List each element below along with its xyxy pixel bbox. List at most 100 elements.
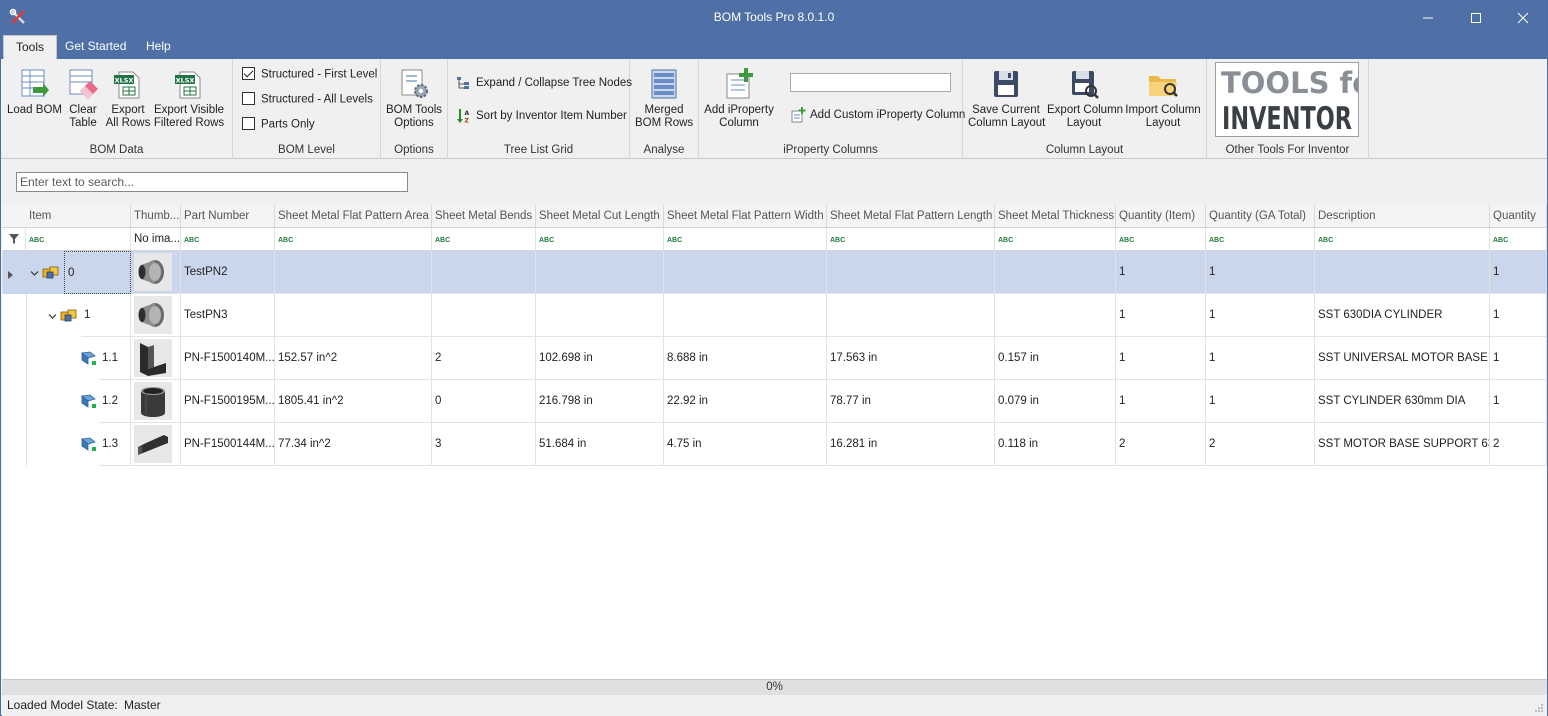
column-header-description[interactable]: Description bbox=[1315, 205, 1490, 228]
filter-cell-thickness[interactable]: ABC bbox=[995, 228, 1116, 251]
cell-description[interactable]: SST 630DIA CYLINDER bbox=[1315, 294, 1490, 337]
resize-grip-icon[interactable] bbox=[1534, 703, 1544, 713]
cell-bends[interactable] bbox=[432, 294, 536, 337]
cell-flat-length[interactable]: 17.563 in bbox=[827, 337, 995, 380]
tools-for-inventor-logo[interactable]: TOOLS for INVENTOR bbox=[1215, 62, 1387, 137]
column-header-thumbnail[interactable]: Thumb... bbox=[131, 205, 181, 228]
table-row[interactable]: 0 TestPN2 1 1 1 bbox=[2, 251, 1547, 294]
cell-qty-total[interactable]: 1 bbox=[1206, 380, 1315, 423]
parts-only-checkbox[interactable]: Parts Only bbox=[242, 117, 315, 131]
column-header-flat-length[interactable]: Sheet Metal Flat Pattern Length bbox=[827, 205, 995, 228]
structured-first-level-checkbox[interactable]: Structured - First Level bbox=[242, 67, 377, 81]
column-header-flat-area[interactable]: Sheet Metal Flat Pattern Area bbox=[275, 205, 432, 228]
cell-cut-length[interactable]: 102.698 in bbox=[536, 337, 664, 380]
expand-collapse-button[interactable]: Expand / Collapse Tree Nodes bbox=[456, 75, 632, 91]
cell-item[interactable]: 1 bbox=[81, 294, 131, 337]
cell-flat-length[interactable] bbox=[827, 251, 995, 294]
cell-cut-length[interactable]: 51.684 in bbox=[536, 423, 664, 466]
cell-flat-area[interactable]: 152.57 in^2 bbox=[275, 337, 432, 380]
cell-flat-width[interactable]: 8.688 in bbox=[664, 337, 827, 380]
cell-bends[interactable]: 3 bbox=[432, 423, 536, 466]
column-header-flat-width[interactable]: Sheet Metal Flat Pattern Width bbox=[664, 205, 827, 228]
cell-bends[interactable]: 0 bbox=[432, 380, 536, 423]
add-iproperty-column-button[interactable]: Add iProperty Column bbox=[703, 67, 775, 130]
cell-bends[interactable] bbox=[432, 251, 536, 294]
cell-cut-length[interactable]: 216.798 in bbox=[536, 380, 664, 423]
cell-flat-length[interactable]: 16.281 in bbox=[827, 423, 995, 466]
filter-cell-quantity[interactable]: ABC bbox=[1490, 228, 1547, 251]
cell-part-number[interactable]: PN-F1500195M... bbox=[181, 380, 275, 423]
cell-cut-length[interactable] bbox=[536, 251, 664, 294]
filter-cell-item[interactable]: ABC bbox=[26, 228, 131, 251]
filter-cell-description[interactable]: ABC bbox=[1315, 228, 1490, 251]
cell-qty-total[interactable]: 1 bbox=[1206, 294, 1315, 337]
close-button[interactable] bbox=[1500, 1, 1546, 34]
cell-item[interactable]: 1.2 bbox=[99, 380, 131, 423]
cell-description[interactable]: SST MOTOR BASE SUPPORT 630... bbox=[1315, 423, 1490, 466]
cell-qty-item[interactable]: 1 bbox=[1116, 294, 1206, 337]
maximize-button[interactable] bbox=[1453, 1, 1499, 34]
sort-by-item-number-button[interactable]: A Z Sort by Inventor Item Number bbox=[456, 108, 627, 125]
structured-all-levels-checkbox[interactable]: Structured - All Levels bbox=[242, 92, 373, 106]
cell-quantity[interactable]: 1 bbox=[1490, 294, 1547, 337]
filter-cell-flat-length[interactable]: ABC bbox=[827, 228, 995, 251]
cell-quantity[interactable]: 1 bbox=[1490, 251, 1547, 294]
filter-cell-part-number[interactable]: ABC bbox=[181, 228, 275, 251]
cell-qty-item[interactable]: 2 bbox=[1116, 423, 1206, 466]
cell-flat-length[interactable]: 78.77 in bbox=[827, 380, 995, 423]
filter-cell-thumbnail[interactable]: No ima... bbox=[131, 228, 181, 251]
column-header-item[interactable]: Item bbox=[26, 205, 131, 228]
cell-flat-area[interactable] bbox=[275, 251, 432, 294]
cell-bends[interactable]: 2 bbox=[432, 337, 536, 380]
load-bom-button[interactable]: Load BOM bbox=[7, 67, 62, 117]
filter-cell-cut-length[interactable]: ABC bbox=[536, 228, 664, 251]
cell-cut-length[interactable] bbox=[536, 294, 664, 337]
cell-thickness[interactable] bbox=[995, 251, 1116, 294]
filter-cell-bends[interactable]: ABC bbox=[432, 228, 536, 251]
cell-thumbnail[interactable] bbox=[131, 423, 181, 466]
cell-part-number[interactable]: TestPN2 bbox=[181, 251, 275, 294]
cell-flat-area[interactable]: 77.34 in^2 bbox=[275, 423, 432, 466]
cell-thickness[interactable]: 0.118 in bbox=[995, 423, 1116, 466]
cell-flat-area[interactable]: 1805.41 in^2 bbox=[275, 380, 432, 423]
table-row[interactable]: 1.1 PN-F1500140M... 152.57 in^2 2 102.698 in… bbox=[2, 337, 1547, 380]
cell-flat-length[interactable] bbox=[827, 294, 995, 337]
cell-thumbnail[interactable] bbox=[131, 337, 181, 380]
bom-tools-options-button[interactable]: BOM Tools Options bbox=[385, 67, 443, 130]
cell-thickness[interactable]: 0.079 in bbox=[995, 380, 1116, 423]
cell-description[interactable]: SST UNIVERSAL MOTOR BASE bbox=[1315, 337, 1490, 380]
table-row[interactable]: 1 TestPN3 1 1 SST 630DIA CYLINDER 1 bbox=[2, 294, 1547, 337]
cell-quantity[interactable]: 2 bbox=[1490, 423, 1547, 466]
export-all-rows-button[interactable]: XLSX Export All Rows bbox=[105, 67, 151, 130]
add-custom-iproperty-column-button[interactable]: Add Custom iProperty Column bbox=[790, 107, 965, 123]
filter-cell-qty-item[interactable]: ABC bbox=[1116, 228, 1206, 251]
column-header-thickness[interactable]: Sheet Metal Thickness bbox=[995, 205, 1116, 228]
cell-item[interactable]: 1.3 bbox=[99, 423, 131, 466]
save-column-layout-button[interactable]: Save Current Column Layout bbox=[968, 67, 1045, 130]
tab-get-started[interactable]: Get Started bbox=[53, 35, 138, 59]
column-header-part-number[interactable]: Part Number bbox=[181, 205, 275, 228]
filter-cell-flat-area[interactable]: ABC bbox=[275, 228, 432, 251]
expand-chevron-icon[interactable] bbox=[30, 267, 39, 281]
column-header-quantity[interactable]: Quantity bbox=[1490, 205, 1547, 228]
cell-part-number[interactable]: PN-F1500144M... bbox=[181, 423, 275, 466]
cell-qty-total[interactable]: 1 bbox=[1206, 251, 1315, 294]
cell-item[interactable]: 1.1 bbox=[99, 337, 131, 380]
cell-qty-item[interactable]: 1 bbox=[1116, 251, 1206, 294]
import-column-layout-button[interactable]: Import Column Layout bbox=[1125, 67, 1201, 130]
filter-row-button[interactable] bbox=[2, 228, 26, 251]
cell-item[interactable]: 0 bbox=[64, 251, 131, 294]
cell-qty-total[interactable]: 1 bbox=[1206, 337, 1315, 380]
cell-description[interactable]: SST CYLINDER 630mm DIA bbox=[1315, 380, 1490, 423]
cell-flat-width[interactable]: 22.92 in bbox=[664, 380, 827, 423]
column-header-cut-length[interactable]: Sheet Metal Cut Length bbox=[536, 205, 664, 228]
table-row[interactable]: 1.2 PN-F1500195M... 1805.41 in^2 0 216.798 i… bbox=[2, 380, 1547, 423]
cell-flat-width[interactable] bbox=[664, 294, 827, 337]
cell-quantity[interactable]: 1 bbox=[1490, 380, 1547, 423]
export-visible-rows-button[interactable]: XLSX Export Visible Filtered Rows bbox=[153, 67, 225, 130]
cell-flat-width[interactable] bbox=[664, 251, 827, 294]
column-header-bends[interactable]: Sheet Metal Bends bbox=[432, 205, 536, 228]
cell-flat-area[interactable] bbox=[275, 294, 432, 337]
export-column-layout-button[interactable]: Export Column Layout bbox=[1047, 67, 1123, 130]
merged-bom-rows-button[interactable]: Merged BOM Rows bbox=[635, 67, 693, 130]
